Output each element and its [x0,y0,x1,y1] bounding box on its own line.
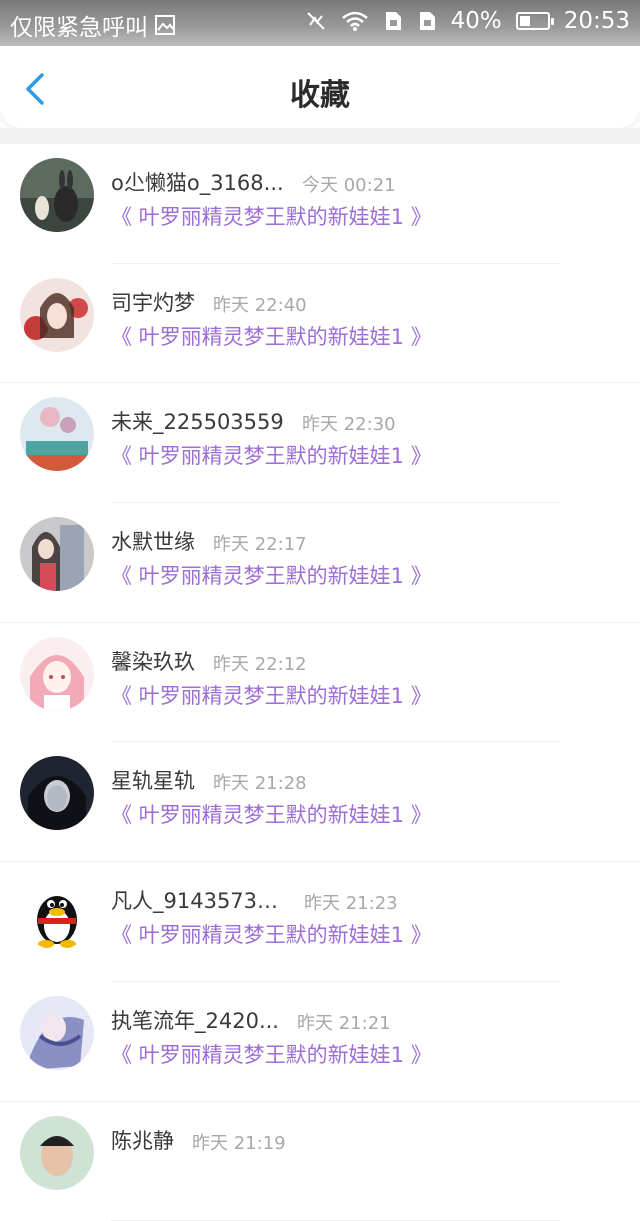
favorite-time: 今天 00:21 [302,171,396,197]
favorite-time: 昨天 22:12 [213,650,307,676]
list-item[interactable]: 凡人_91435733... 昨天 21:23 《 叶罗丽精灵梦王默的新娃娃1 》 [0,862,640,982]
favorited-work-link[interactable]: 《 叶罗丽精灵梦王默的新娃娃1 》 [111,440,432,470]
avatar[interactable] [20,278,94,352]
favorite-time: 昨天 21:28 [213,769,307,795]
avatar[interactable] [20,996,94,1070]
favorite-time: 昨天 22:17 [213,530,307,556]
sim-card-icon [383,10,403,32]
favorited-work-link[interactable]: 《 叶罗丽精灵梦王默的新娃娃1 》 [111,680,432,710]
list-item[interactable]: 陈兆静昨天 21:19 [0,1102,640,1221]
avatar[interactable] [20,517,94,591]
favorite-time: 昨天 22:30 [302,410,396,436]
avatar[interactable] [20,876,94,950]
carrier-text: 仅限紧急呼叫 [10,8,148,42]
favorites-list: o尐懒猫o_3168...今天 00:21《 叶罗丽精灵梦王默的新娃娃1 》司宇… [0,144,640,1221]
app-header: 收藏 [0,46,640,128]
image-icon [154,14,176,36]
list-item[interactable]: 未来_225503559 昨天 22:30 《 叶罗丽精灵梦王默的新娃娃1 》 [0,383,640,503]
clock: 20:53 [564,8,630,34]
favorite-time: 昨天 22:40 [213,291,307,317]
user-name[interactable]: 司宇灼梦 [111,287,195,317]
user-name[interactable]: 馨染玖玖 [111,646,195,676]
favorite-time: 昨天 21:23 [304,889,398,915]
list-item[interactable]: 水默世缘昨天 22:17 《 叶罗丽精灵梦王默的新娃娃1 》 [0,503,640,623]
favorited-work-link[interactable]: 《 叶罗丽精灵梦王默的新娃娃1 》 [111,1039,432,1069]
sim-card-icon [417,10,437,32]
list-item[interactable]: 司宇灼梦昨天 22:40 《 叶罗丽精灵梦王默的新娃娃1 》 [0,264,640,384]
page-title: 收藏 [0,70,640,114]
user-name[interactable]: 未来_225503559 [111,406,284,436]
vibrate-off-icon [305,10,327,32]
avatar[interactable] [20,158,94,232]
favorited-work-link[interactable]: 《 叶罗丽精灵梦王默的新娃娃1 》 [111,919,432,949]
favorited-work-link[interactable]: 《 叶罗丽精灵梦王默的新娃娃1 》 [111,560,432,590]
avatar[interactable] [20,1116,94,1190]
list-item[interactable]: 执笔流年_2420... 昨天 21:21 《 叶罗丽精灵梦王默的新娃娃1 》 [0,982,640,1102]
list-item[interactable]: o尐懒猫o_3168... 今天 00:21 《 叶罗丽精灵梦王默的新娃娃1 》 [0,144,640,264]
battery-percent: 40% [451,8,502,34]
favorite-time: 昨天 21:21 [297,1009,391,1035]
header-separator [0,128,640,144]
status-bar: 仅限紧急呼叫 40% 20:53 [0,0,640,46]
user-name[interactable]: 执笔流年_2420... [111,1005,279,1035]
list-item[interactable]: 馨染玖玖昨天 22:12 《 叶罗丽精灵梦王默的新娃娃1 》 [0,623,640,743]
list-item[interactable]: 星轨星轨昨天 21:28 《 叶罗丽精灵梦王默的新娃娃1 》 [0,742,640,862]
avatar[interactable] [20,756,94,830]
favorited-work-link[interactable]: 《 叶罗丽精灵梦王默的新娃娃1 》 [111,321,432,351]
wifi-icon [341,10,369,32]
favorited-work-link[interactable]: 《 叶罗丽精灵梦王默的新娃娃1 》 [111,799,432,829]
favorite-time: 昨天 21:19 [192,1129,286,1155]
favorited-work-link[interactable]: 《 叶罗丽精灵梦王默的新娃娃1 》 [111,201,432,231]
user-name[interactable]: o尐懒猫o_3168... [111,167,284,197]
user-name[interactable]: 凡人_91435733... [111,885,286,915]
user-name[interactable]: 陈兆静 [111,1125,174,1155]
user-name[interactable]: 水默世缘 [111,526,195,556]
battery-icon [516,12,550,30]
user-name[interactable]: 星轨星轨 [111,765,195,795]
avatar[interactable] [20,397,94,471]
avatar[interactable] [20,637,94,711]
